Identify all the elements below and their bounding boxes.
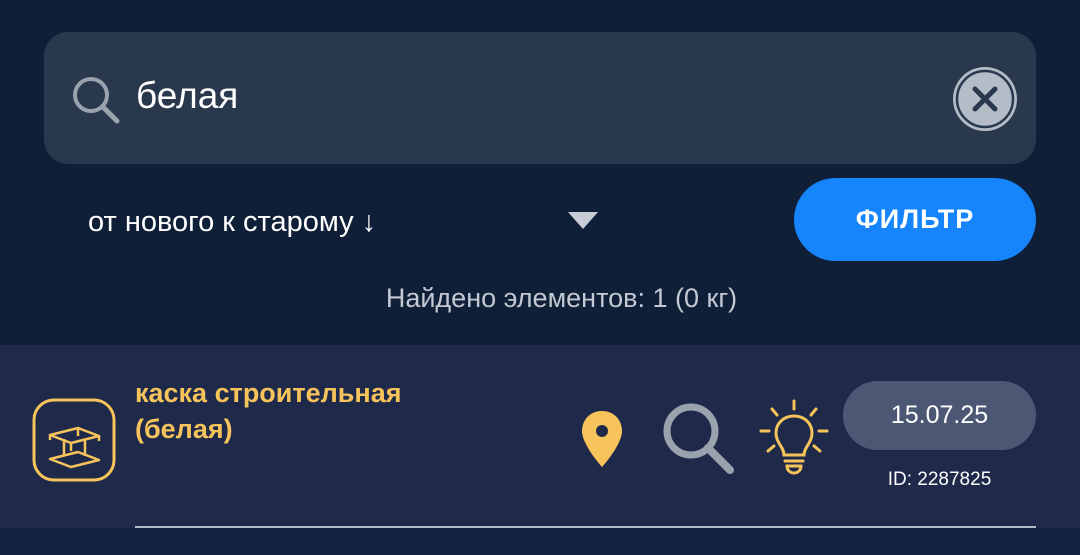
lightbulb-icon[interactable] <box>758 399 830 475</box>
list-item[interactable]: каска строительная (белая) 15.07.25 ID: … <box>0 345 1080 529</box>
steel-beam-icon <box>32 398 116 482</box>
sort-dropdown[interactable]: от нового к старому ↓ <box>70 190 610 252</box>
search-icon <box>73 77 120 124</box>
search-icon[interactable] <box>660 400 736 476</box>
date-badge: 15.07.25 <box>843 381 1036 450</box>
filter-button[interactable]: ФИЛЬТР <box>794 178 1036 261</box>
triangle-down-icon <box>568 212 598 229</box>
location-pin-icon[interactable] <box>578 409 626 469</box>
list-background <box>0 528 1080 555</box>
search-input[interactable]: белая <box>136 72 238 120</box>
item-title: каска строительная (белая) <box>135 378 402 444</box>
item-id: ID: 2287825 <box>887 469 992 490</box>
clear-search-button[interactable] <box>951 65 1019 133</box>
sort-label: от нового к старому ↓ <box>88 206 377 238</box>
results-count: Найдено элементов: 1 (0 кг) <box>385 283 738 313</box>
